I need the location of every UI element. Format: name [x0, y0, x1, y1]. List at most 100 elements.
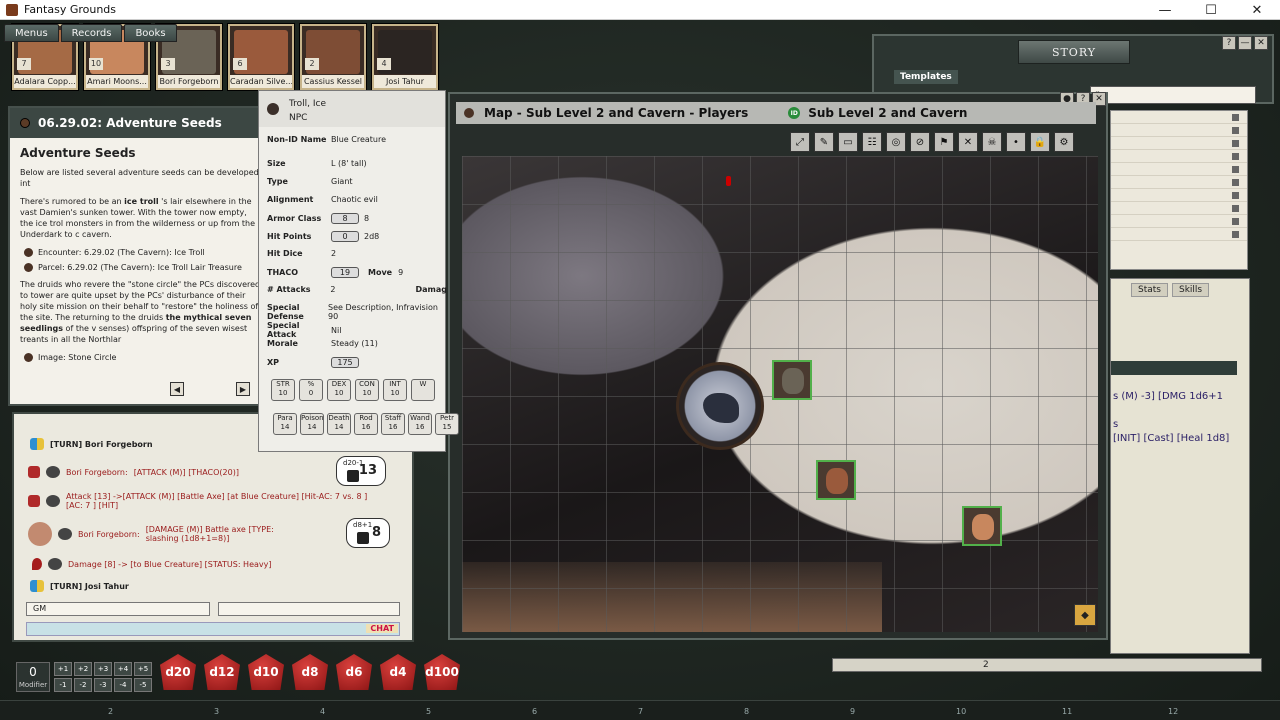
saving-throw[interactable]: Staff 16 — [381, 413, 405, 435]
list-item[interactable] — [1111, 150, 1247, 163]
troll-token[interactable] — [676, 362, 764, 450]
record-link-icon[interactable] — [464, 108, 474, 118]
pin-icon[interactable]: • — [1006, 132, 1026, 152]
modifier-button[interactable]: +2 — [74, 662, 92, 676]
hotkey-slot[interactable]: 6 — [532, 707, 537, 716]
modifier-button[interactable]: -3 — [94, 678, 112, 692]
hotkey-slot[interactable]: 2 — [108, 707, 113, 716]
field-value[interactable]: See Description, Infravision 90 — [328, 303, 445, 321]
image-link[interactable]: Image: Stone Circle — [24, 352, 262, 363]
minimize-icon[interactable]: — — [1238, 36, 1252, 50]
ability-score[interactable]: DEX 10 — [327, 379, 351, 401]
hotkey-slot[interactable]: 5 — [426, 707, 431, 716]
saving-throw[interactable]: Para 14 — [273, 413, 297, 435]
d4-die[interactable]: d4 — [380, 654, 416, 690]
list-item[interactable] — [1111, 124, 1247, 137]
list-item[interactable] — [1111, 228, 1247, 241]
hotkey-slot[interactable]: 10 — [956, 707, 966, 716]
eye-hidden-icon[interactable] — [58, 528, 72, 540]
portrait-card[interactable]: 4 Josi Tahur — [372, 24, 438, 90]
tab-skills[interactable]: Skills — [1171, 283, 1210, 297]
modifier-button[interactable]: +4 — [114, 662, 132, 676]
list-item[interactable] — [1111, 111, 1247, 124]
weapon-line[interactable]: s (M) -3] [DMG 1d6+1 — [1113, 391, 1223, 402]
settings-icon[interactable]: ⚙ — [1054, 132, 1074, 152]
field-value[interactable]: 9 — [398, 268, 403, 277]
list-item[interactable] — [1111, 202, 1247, 215]
saving-throw[interactable]: Wand 16 — [408, 413, 432, 435]
templates-tab[interactable]: Templates — [894, 70, 958, 84]
help-icon[interactable]: ? — [1222, 36, 1236, 50]
clear-icon[interactable]: ✕ — [958, 132, 978, 152]
field-value[interactable]: 2 — [330, 285, 415, 294]
tab-stats[interactable]: Stats — [1131, 283, 1168, 297]
parcel-link[interactable]: Parcel: 6.29.02 (The Cavern): Ice Troll … — [24, 262, 262, 273]
d12-die[interactable]: d12 — [204, 654, 240, 690]
story-title[interactable]: STORY — [1018, 40, 1130, 64]
hotkey-slot[interactable]: 4 — [320, 707, 325, 716]
eye-hidden-icon[interactable] — [46, 466, 60, 478]
fullscreen-icon[interactable]: ⤢ — [790, 132, 810, 152]
id-badge-icon[interactable]: ID — [788, 107, 801, 119]
thaco-field[interactable]: 19 — [331, 267, 359, 278]
adalara-token[interactable] — [962, 506, 1002, 546]
d6-die[interactable]: d6 — [336, 654, 372, 690]
books-tab[interactable]: Books — [124, 24, 177, 42]
no-target-icon[interactable]: ⊘ — [910, 132, 930, 152]
menus-tab[interactable]: Menus — [4, 24, 59, 42]
hotkey-slot[interactable]: 7 — [638, 707, 643, 716]
ability-score[interactable]: W — [411, 379, 435, 401]
next-page-button[interactable]: ▶ — [236, 382, 250, 396]
hotkey-slot[interactable]: 3 — [214, 707, 219, 716]
field-value[interactable]: Steady (11) — [331, 339, 378, 348]
saving-throw[interactable]: Poison 14 — [300, 413, 324, 435]
modifier-button[interactable]: -2 — [74, 678, 92, 692]
saving-throw[interactable]: Rod 16 — [354, 413, 378, 435]
field-value[interactable]: Giant — [331, 177, 353, 186]
modifier-button[interactable]: -1 — [54, 678, 72, 692]
ability-score[interactable]: INT 10 — [383, 379, 407, 401]
chat-mode-select[interactable] — [218, 602, 400, 616]
hotkey-slot[interactable]: 8 — [744, 707, 749, 716]
list-item[interactable] — [1111, 163, 1247, 176]
target-icon[interactable]: ◎ — [886, 132, 906, 152]
d8-die[interactable]: d8 — [292, 654, 328, 690]
d100-die[interactable]: d100 — [424, 654, 460, 690]
bori-token[interactable] — [772, 360, 812, 400]
chat-button[interactable]: CHAT — [366, 624, 398, 633]
d10-die[interactable]: d10 — [248, 654, 284, 690]
list-item[interactable] — [1111, 189, 1247, 202]
ability-score[interactable]: CON 10 — [355, 379, 379, 401]
close-button[interactable]: ✕ — [1234, 0, 1280, 20]
spell-line[interactable]: [INIT] [Cast] [Heal 1d8] — [1113, 433, 1229, 444]
field-value[interactable]: 2 — [331, 249, 336, 258]
npc-token-icon[interactable] — [267, 103, 279, 115]
eye-hidden-icon[interactable] — [46, 495, 60, 507]
identity-select[interactable]: GM — [26, 602, 210, 616]
ability-score[interactable]: STR 10 — [271, 379, 295, 401]
grid-icon[interactable]: ☷ — [862, 132, 882, 152]
eye-hidden-icon[interactable] — [48, 558, 62, 570]
skull-icon[interactable]: ☠ — [982, 132, 1002, 152]
portrait-card[interactable]: 2 Cassius Kessel — [300, 24, 366, 90]
modifier-button[interactable]: +1 — [54, 662, 72, 676]
close-icon[interactable]: ✕ — [1254, 36, 1268, 50]
encounter-link[interactable]: Encounter: 6.29.02 (The Cavern): Ice Tro… — [24, 247, 262, 258]
record-link-icon[interactable] — [20, 118, 30, 128]
chat-entry-input[interactable] — [26, 622, 400, 636]
list-item[interactable] — [1111, 137, 1247, 150]
lock-icon[interactable]: 🔒 — [1030, 132, 1050, 152]
modifier-button[interactable]: +5 — [134, 662, 152, 676]
records-tab[interactable]: Records — [60, 24, 123, 42]
draw-icon[interactable]: ✎ — [814, 132, 834, 152]
hit-points-field[interactable]: 0 — [331, 231, 359, 242]
xp-field[interactable]: 175 — [331, 357, 359, 368]
flag-icon[interactable]: ⚑ — [934, 132, 954, 152]
hotkey-slot[interactable]: 9 — [850, 707, 855, 716]
hotkey-slot[interactable]: 11 — [1062, 707, 1072, 716]
prev-page-button[interactable]: ◀ — [170, 382, 184, 396]
map-options-icon[interactable]: ◆ — [1074, 604, 1096, 626]
field-value[interactable]: Blue Creature — [331, 135, 386, 144]
field-value[interactable]: Chaotic evil — [331, 195, 378, 204]
map-canvas[interactable] — [462, 156, 1098, 632]
